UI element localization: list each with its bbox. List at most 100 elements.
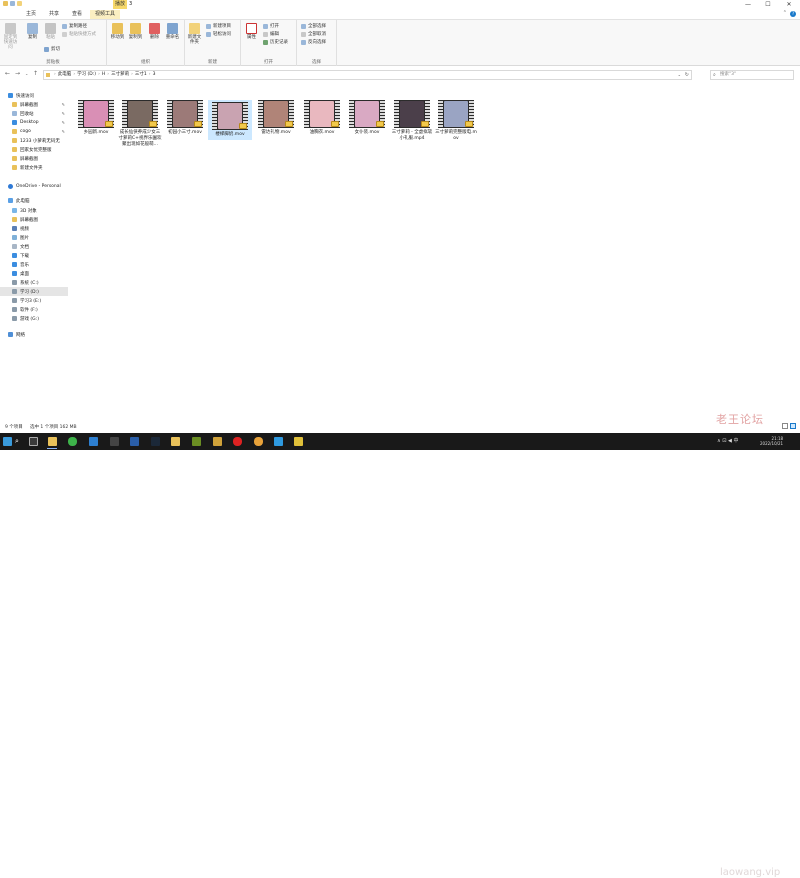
tab-view[interactable]: 查看 xyxy=(67,10,87,19)
nav-quick-access[interactable]: 快速访问 xyxy=(0,91,68,100)
delete-button[interactable]: 删除 xyxy=(146,23,163,40)
netease-music-icon[interactable] xyxy=(233,437,242,446)
breadcrumb-item[interactable]: 三寸1 xyxy=(135,71,147,79)
tab-share[interactable]: 共享 xyxy=(44,10,64,19)
nav-item[interactable]: cogo ✎ xyxy=(0,127,68,136)
file-item[interactable]: 成长仙侠养成少女三寸萝莉C+视界乐園欢聚出现如花般萌... xyxy=(118,100,162,148)
chrome-icon[interactable] xyxy=(254,437,263,446)
copy-button[interactable]: 复制 xyxy=(24,23,41,40)
cut-button[interactable]: 剪切 xyxy=(44,46,60,53)
nav-onedrive[interactable]: OneDrive - Personal xyxy=(0,182,68,191)
nav-item[interactable]: 1233 小萝莉无码无 xyxy=(0,136,68,145)
properties-icon[interactable] xyxy=(10,1,15,6)
app-icon[interactable] xyxy=(130,437,139,446)
nav-item[interactable]: 学习3 (E:) xyxy=(0,296,68,305)
app-icon[interactable] xyxy=(192,437,201,446)
wechat-icon[interactable] xyxy=(68,437,77,446)
breadcrumb-item[interactable]: H xyxy=(102,71,105,79)
nav-item[interactable]: 桌面 xyxy=(0,269,68,278)
tab-video-tools[interactable]: 视频工具 xyxy=(90,10,120,19)
nav-item[interactable]: 新建文件夹 xyxy=(0,163,68,172)
new-item-button[interactable]: 新建项目 xyxy=(206,23,231,30)
nav-item[interactable]: 3D 对象 xyxy=(0,206,68,215)
breadcrumb-item[interactable]: 此电脑 xyxy=(58,71,72,79)
file-item[interactable]: 油胸衣.mov xyxy=(300,100,344,136)
nav-this-pc[interactable]: 此电脑 xyxy=(0,196,68,205)
app-icon[interactable] xyxy=(171,437,180,446)
app-icon[interactable] xyxy=(274,437,283,446)
search-box[interactable]: ⌕ 搜索"3" xyxy=(710,70,794,80)
nav-item[interactable]: 系统 (C:) xyxy=(0,278,68,287)
app-icon[interactable] xyxy=(213,437,222,446)
nav-item[interactable]: 软件 (F:) xyxy=(0,305,68,314)
invert-selection-button[interactable]: 反向选择 xyxy=(301,39,326,46)
up-arrow-icon[interactable]: ↑ xyxy=(33,70,38,78)
close-button[interactable]: ✕ xyxy=(779,0,799,9)
start-windows-icon[interactable] xyxy=(3,437,12,446)
app-icon[interactable] xyxy=(89,437,98,446)
back-arrow-icon[interactable]: ← xyxy=(5,70,10,78)
move-to-button[interactable]: 移动到 xyxy=(109,23,126,40)
history-button[interactable]: 历史记录 xyxy=(263,39,288,46)
file-item[interactable]: 女仆装.mov xyxy=(345,100,389,136)
app-icon[interactable] xyxy=(294,437,303,446)
copy-to-button[interactable]: 复制到 xyxy=(127,23,144,40)
file-item[interactable]: 三寸萝莉 - 全虚拟软小礼服.mp4 xyxy=(390,100,434,142)
file-item[interactable]: 三寸萝莉完整版电.mov xyxy=(434,100,478,142)
forward-arrow-icon[interactable]: → xyxy=(15,70,20,78)
easy-access-button[interactable]: 轻松访问 xyxy=(206,31,231,38)
new-folder-button[interactable]: 新建文件夹 xyxy=(186,23,203,45)
paste-shortcut-button[interactable]: 粘贴快捷方式 xyxy=(62,31,96,38)
address-bar[interactable]: › 此电脑 › 学习 (D:) › H › 三寸萝莉 › 三寸1 › 3 ⌄ ↻ xyxy=(43,70,692,80)
paste-button[interactable]: 粘贴 xyxy=(42,23,59,40)
rename-button[interactable]: 重命名 xyxy=(164,23,181,40)
large-icons-view-icon[interactable] xyxy=(790,423,796,429)
task-view-icon[interactable] xyxy=(29,437,38,446)
nav-item[interactable]: 屏幕截图 ✎ xyxy=(0,100,68,109)
steam-icon[interactable] xyxy=(151,437,160,446)
minimize-button[interactable]: — xyxy=(738,0,758,9)
nav-network[interactable]: 网络 xyxy=(0,330,68,339)
nav-item[interactable]: 视频 xyxy=(0,224,68,233)
nav-item[interactable]: 游戏 (G:) xyxy=(0,314,68,323)
tab-home[interactable]: 主页 xyxy=(22,10,40,19)
nav-item[interactable]: 音乐 xyxy=(0,260,68,269)
nav-item-selected[interactable]: 学习 (D:) xyxy=(0,287,68,296)
folder-icon[interactable] xyxy=(3,1,8,6)
properties-button[interactable]: 属性 xyxy=(243,23,260,40)
file-explorer-icon[interactable] xyxy=(48,437,57,446)
open-button[interactable]: 打开 xyxy=(263,23,279,30)
chevron-up-icon[interactable]: ⌃ xyxy=(783,10,787,16)
nav-item[interactable]: 文档 xyxy=(0,242,68,251)
refresh-icon[interactable]: ↻ xyxy=(685,71,689,79)
nav-item[interactable]: Desktop ✎ xyxy=(0,118,68,127)
new-folder-icon[interactable] xyxy=(17,1,22,6)
search-icon[interactable]: ⌕ xyxy=(15,437,19,446)
file-item[interactable]: 乡园新.mov xyxy=(74,100,118,136)
file-item[interactable]: 初园小三寸.mov xyxy=(163,100,207,136)
recent-chevron-icon[interactable]: ⌄ xyxy=(25,70,28,78)
help-icon[interactable]: ? xyxy=(790,11,796,17)
context-tab-play[interactable]: 播放 xyxy=(115,0,125,8)
select-all-button[interactable]: 全部选择 xyxy=(301,23,326,30)
nav-item[interactable]: 屏幕截图 xyxy=(0,154,68,163)
breadcrumb-item[interactable]: 3 xyxy=(153,71,156,79)
chevron-down-icon[interactable]: ⌄ xyxy=(678,71,681,79)
copy-path-button[interactable]: 复制路径 xyxy=(62,23,87,30)
clock[interactable]: 21:18 2022/10/21 xyxy=(760,436,783,446)
file-item-selected[interactable]: 楼梯脚奶.mov xyxy=(208,100,252,140)
nav-item[interactable]: 回收站 ✎ xyxy=(0,109,68,118)
details-view-icon[interactable] xyxy=(782,423,788,429)
nav-item[interactable]: 回家女优完整版 xyxy=(0,145,68,154)
nav-item[interactable]: 下载 xyxy=(0,251,68,260)
breadcrumb-item[interactable]: 学习 (D:) xyxy=(77,71,96,79)
maximize-button[interactable]: ☐ xyxy=(758,0,778,9)
app-icon[interactable] xyxy=(110,437,119,446)
edit-button[interactable]: 编辑 xyxy=(263,31,279,38)
pin-quick-access-button[interactable]: 固定到快速访问 xyxy=(2,23,19,50)
nav-item[interactable]: 图片 xyxy=(0,233,68,242)
system-tray[interactable]: ∧ ⊡ ◀ 中 xyxy=(717,437,738,446)
select-none-button[interactable]: 全部取消 xyxy=(301,31,326,38)
nav-item[interactable]: 屏幕截图 xyxy=(0,215,68,224)
breadcrumb-item[interactable]: 三寸萝莉 xyxy=(111,71,129,79)
